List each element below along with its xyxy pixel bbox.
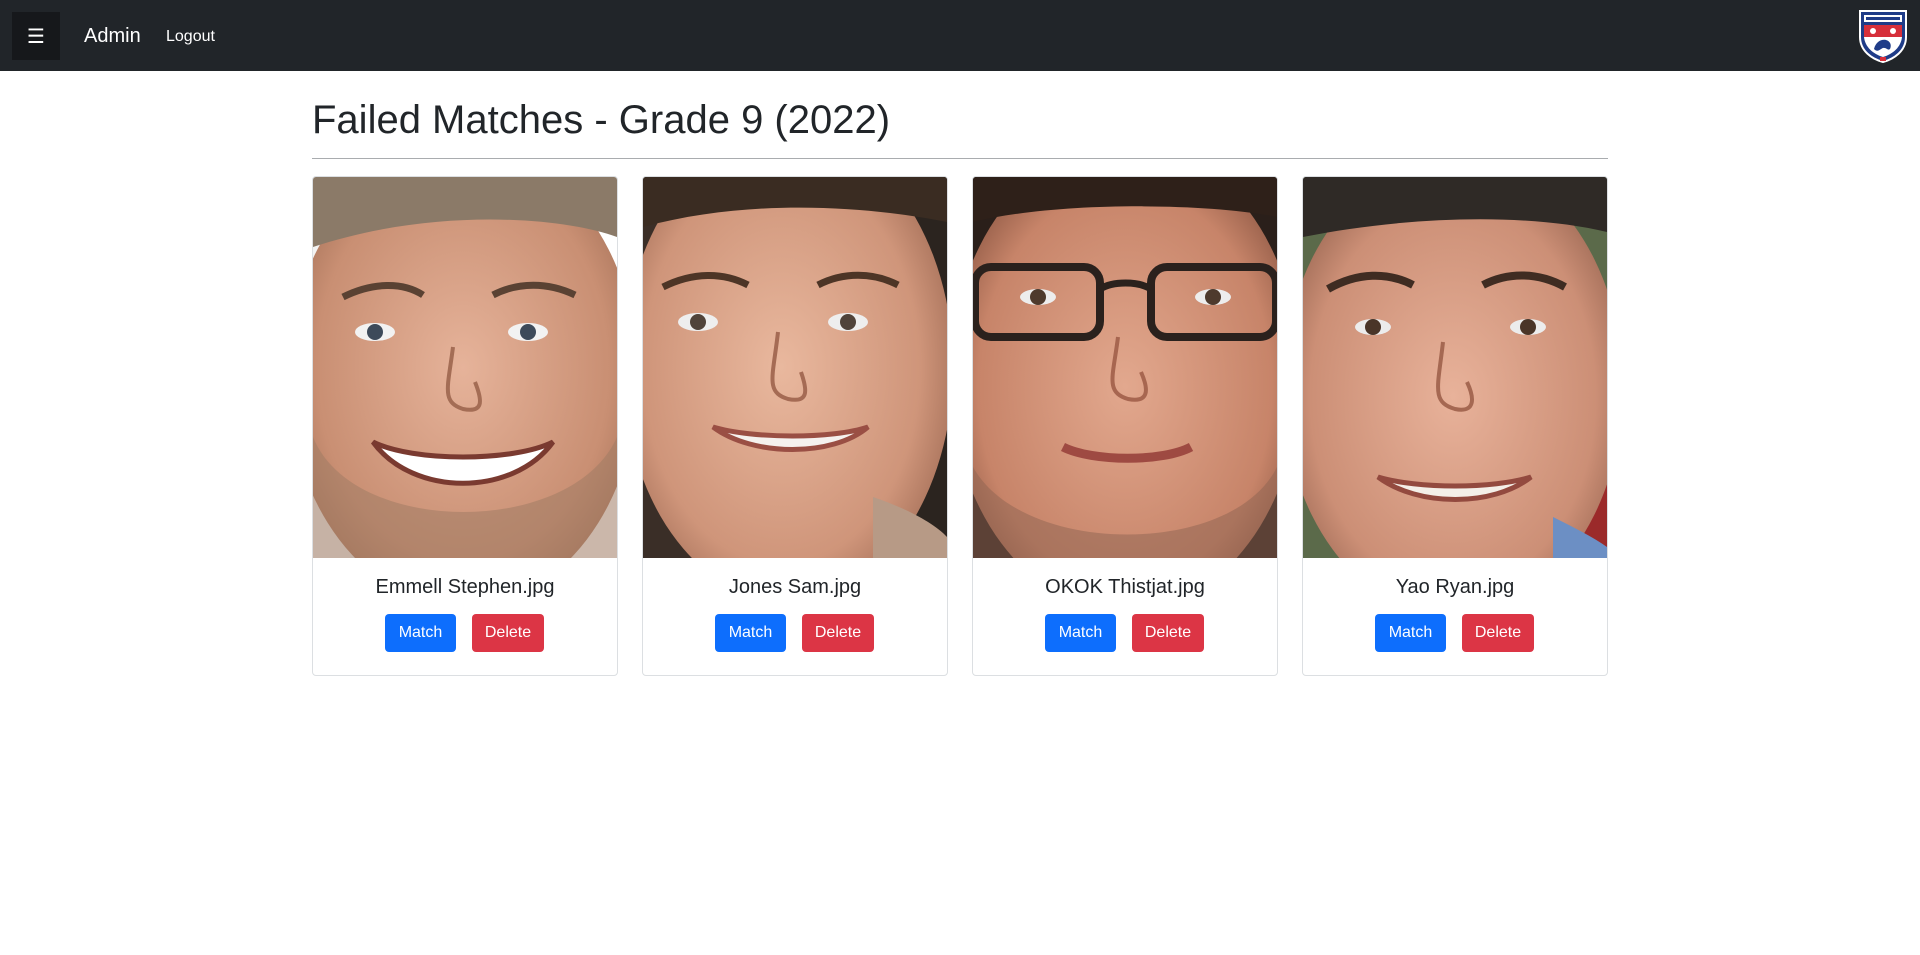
student-card: Jones Sam.jpg Match Delete xyxy=(642,176,948,676)
student-filename: OKOK Thistjat.jpg xyxy=(1045,576,1205,598)
student-filename: Emmell Stephen.jpg xyxy=(375,576,555,598)
top-navbar: ☰ Admin Logout xyxy=(0,0,1920,71)
student-photo xyxy=(313,177,617,558)
student-card: OKOK Thistjat.jpg Match Delete xyxy=(972,176,1278,676)
menu-toggle-button[interactable]: ☰ xyxy=(12,12,60,60)
hamburger-icon: ☰ xyxy=(27,24,45,48)
page-title: Failed Matches - Grade 9 (2022) xyxy=(312,98,891,142)
brand-link[interactable]: Admin xyxy=(84,24,141,48)
delete-button[interactable]: Delete xyxy=(1132,614,1204,652)
delete-button[interactable]: Delete xyxy=(802,614,874,652)
student-filename: Jones Sam.jpg xyxy=(728,576,862,598)
match-button[interactable]: Match xyxy=(385,614,456,652)
delete-button[interactable]: Delete xyxy=(472,614,544,652)
delete-button[interactable]: Delete xyxy=(1462,614,1534,652)
school-crest-icon xyxy=(1859,10,1907,63)
failed-matches-grid: Emmell Stephen.jpg Match Delete Jones Sa… xyxy=(312,176,1608,676)
student-photo xyxy=(643,177,947,558)
student-photo xyxy=(973,177,1277,558)
student-photo xyxy=(1303,177,1607,558)
student-card: Yao Ryan.jpg Match Delete xyxy=(1302,176,1608,676)
student-card: Emmell Stephen.jpg Match Delete xyxy=(312,176,618,676)
logout-link[interactable]: Logout xyxy=(166,27,215,47)
student-filename: Yao Ryan.jpg xyxy=(1395,576,1515,598)
match-button[interactable]: Match xyxy=(1375,614,1446,652)
match-button[interactable]: Match xyxy=(715,614,786,652)
match-button[interactable]: Match xyxy=(1045,614,1116,652)
title-divider xyxy=(312,158,1608,159)
